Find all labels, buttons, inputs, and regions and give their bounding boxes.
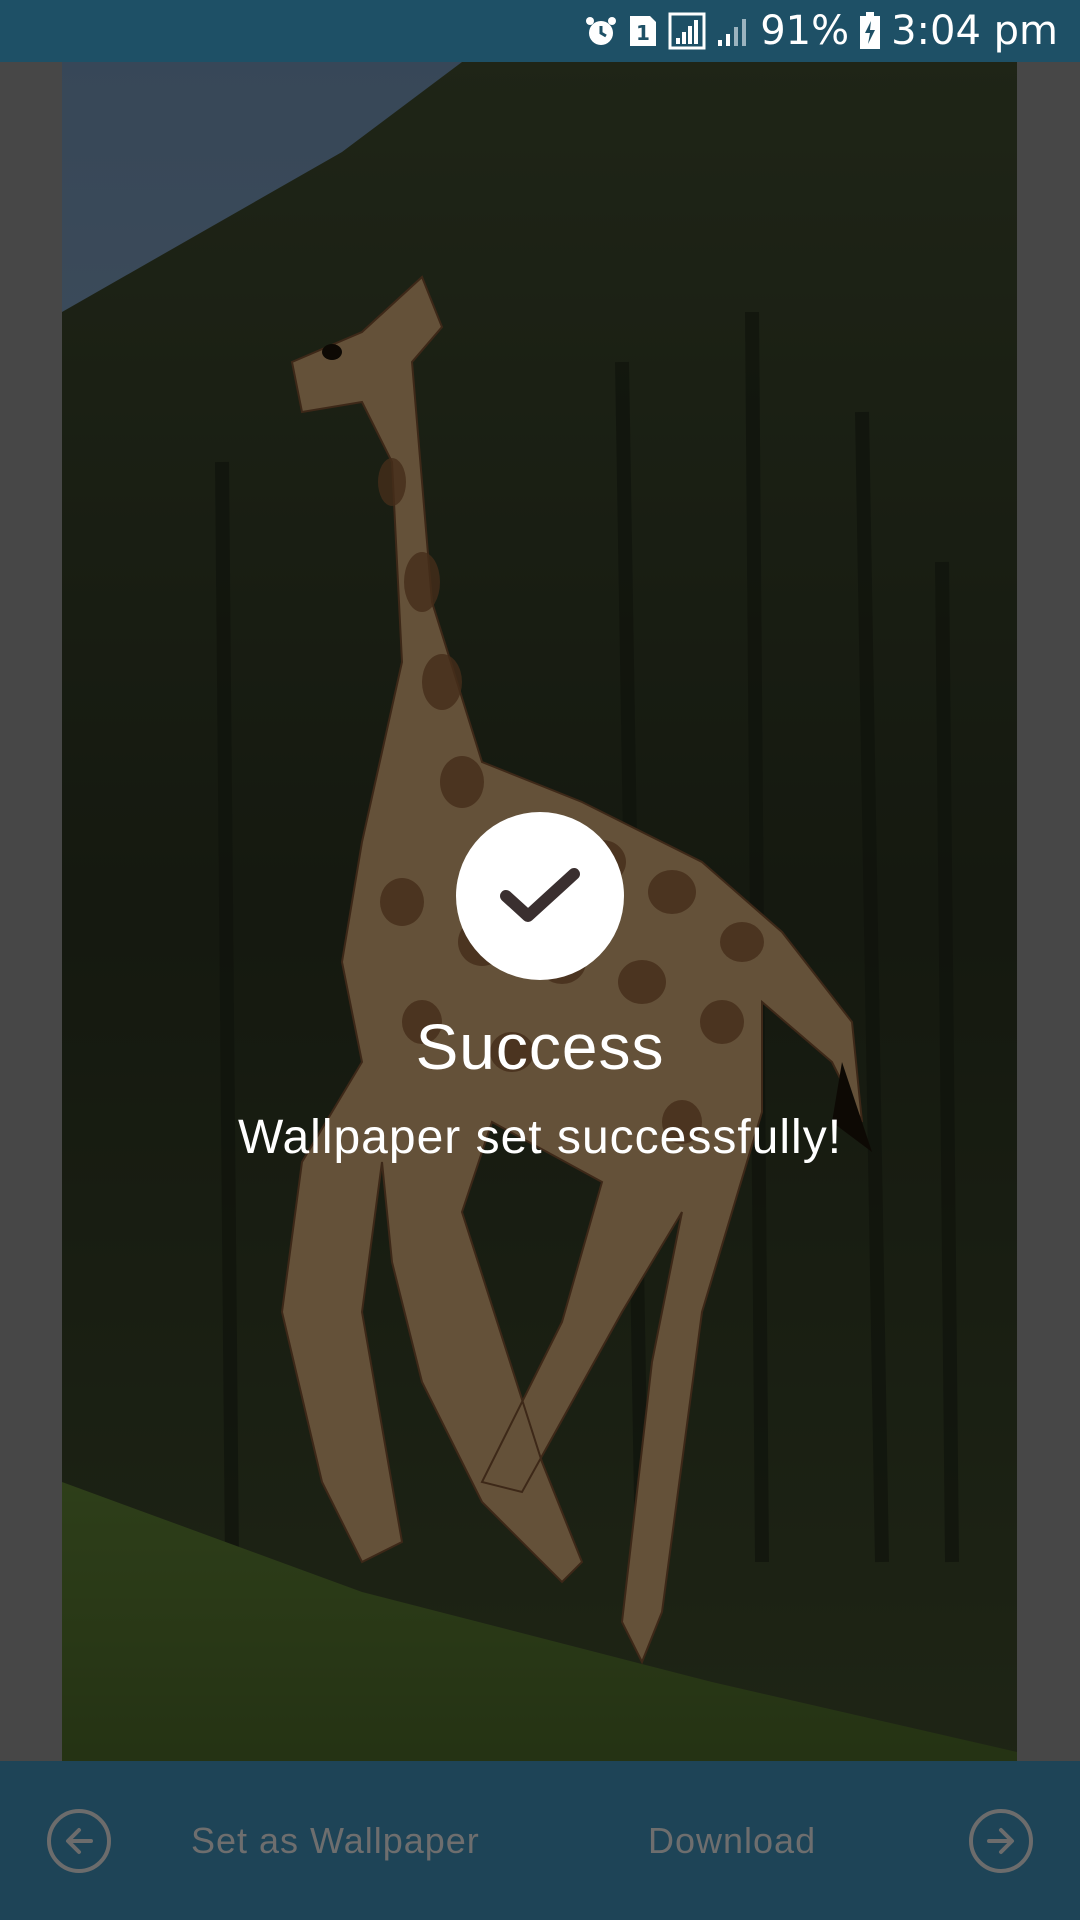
success-dialog: Success Wallpaper set successfully! [0,812,1080,1165]
clock: 3:04 pm [891,8,1058,54]
status-bar: 1 91% 3:04 pm [0,0,1080,62]
set-as-wallpaper-button[interactable]: Set as Wallpaper [191,1820,480,1862]
battery-charging-icon [859,12,881,50]
battery-percent: 91% [760,8,850,54]
success-title: Success [415,1011,665,1083]
signal-icon [668,12,706,50]
sim-label: 1 [636,21,650,45]
download-button[interactable]: Download [648,1820,816,1862]
alarm-icon [584,14,618,48]
checkmark-icon [456,812,624,980]
bottom-action-bar: Set as Wallpaper Download [0,1761,1080,1920]
arrow-left-circle-icon[interactable] [47,1808,111,1873]
signal-weak-icon [716,14,750,48]
arrow-right-circle-icon[interactable] [969,1808,1033,1873]
sim-icon: 1 [628,14,658,48]
success-message: Wallpaper set successfully! [237,1111,843,1164]
